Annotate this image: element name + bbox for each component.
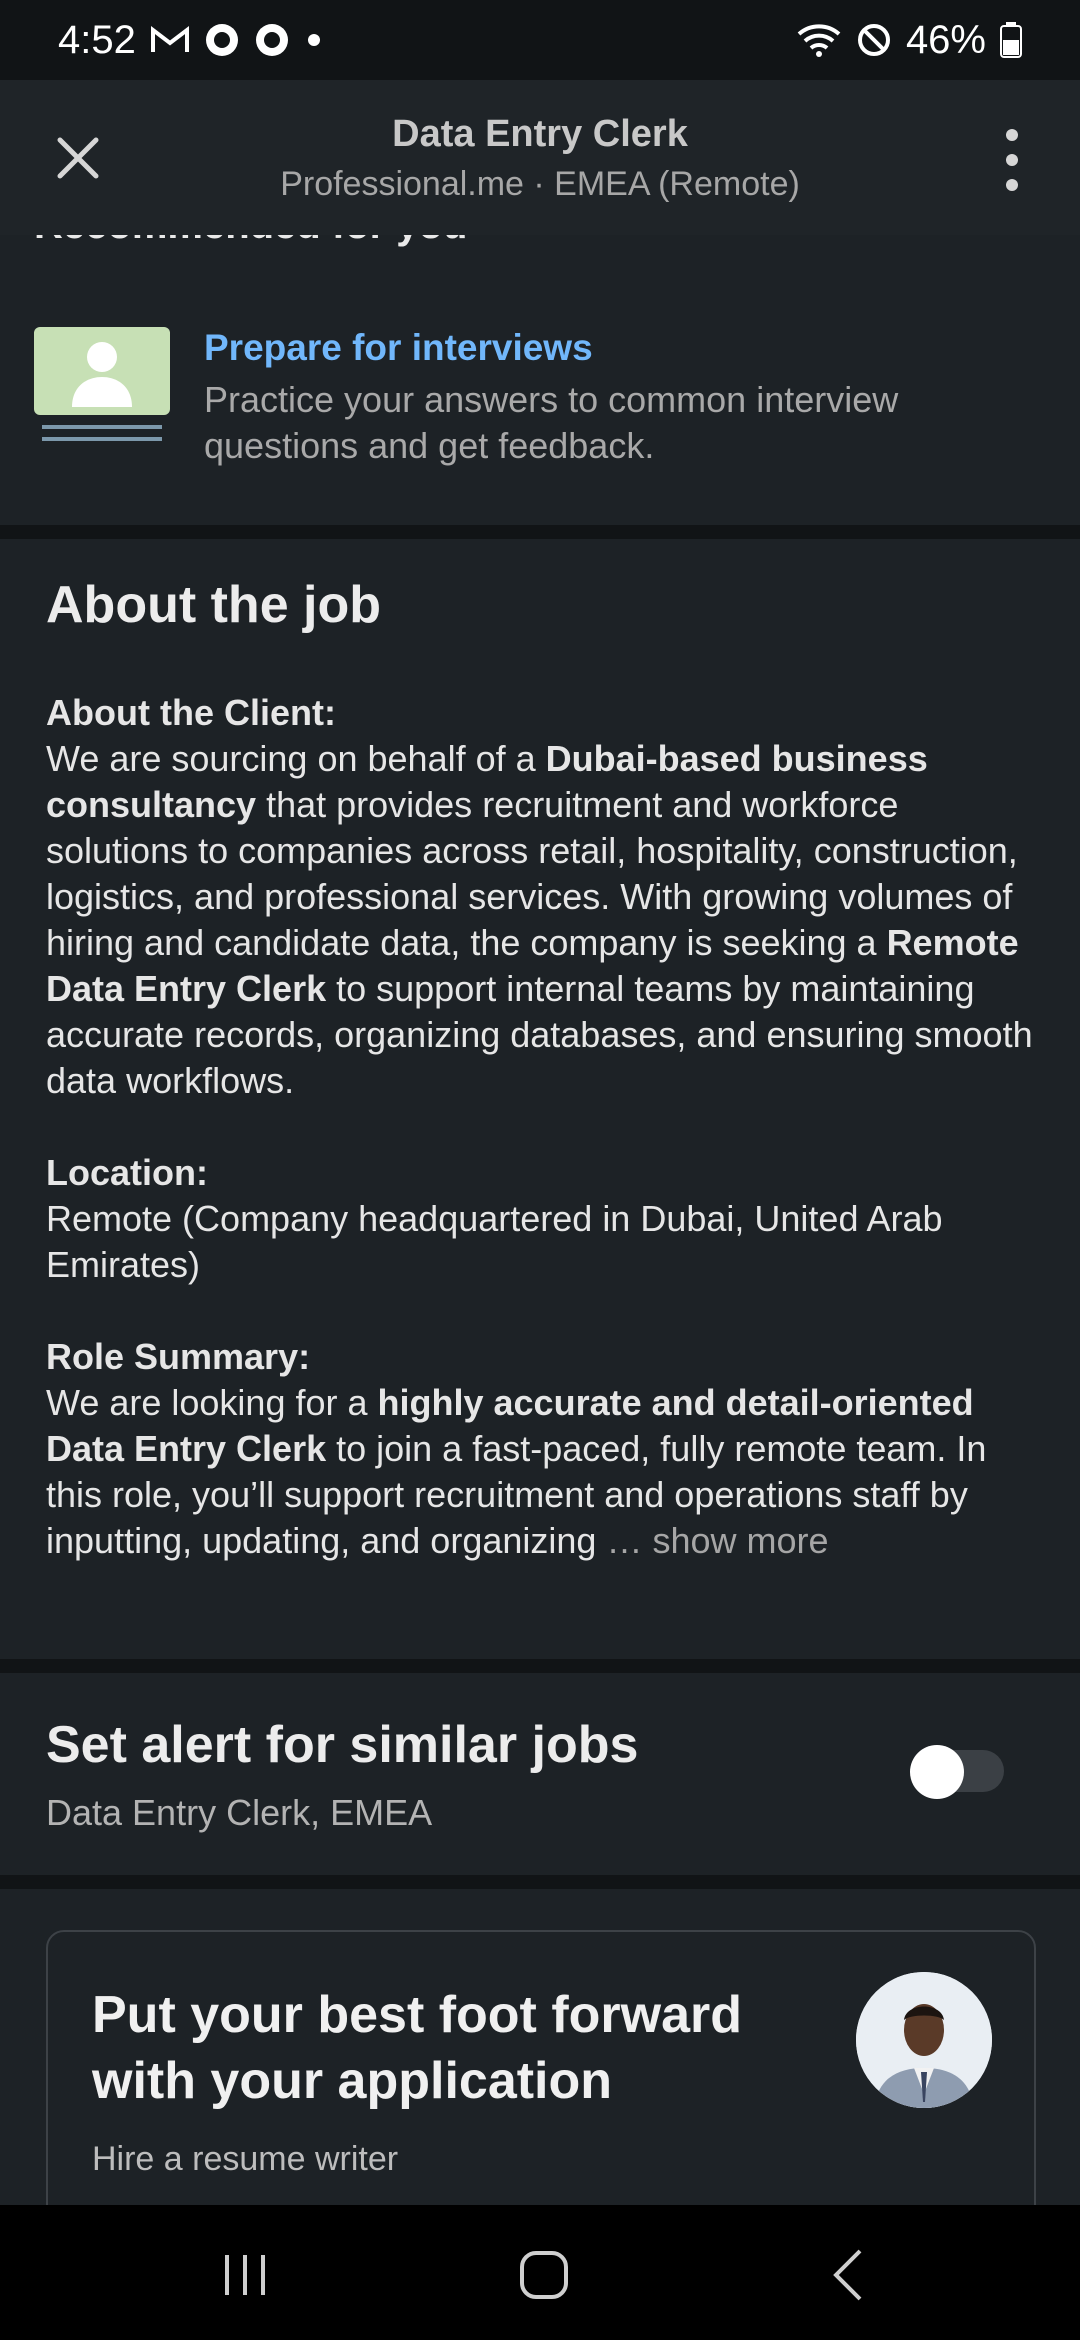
job-alert-toggle[interactable] (910, 1745, 1004, 1799)
about-client-section: About the Client: We are sourcing on beh… (46, 690, 1036, 1104)
recent-apps-button[interactable] (215, 2245, 275, 2305)
chat-icon (204, 22, 240, 58)
page-subtitle: Professional.me · EMEA (Remote) (280, 164, 800, 203)
status-bar: 4:52 46% (0, 0, 1080, 80)
dot-icon (304, 30, 324, 50)
interview-illustration-icon (34, 327, 170, 457)
location-text: Remote (Company headquartered in Dubai, … (46, 1198, 943, 1285)
about-job-title: About the job (46, 576, 382, 634)
home-icon (520, 2251, 568, 2299)
do-not-disturb-icon (856, 22, 892, 58)
back-button[interactable] (820, 2245, 880, 2305)
section-divider (0, 525, 1080, 539)
client-label: About the Client: (46, 692, 336, 733)
battery-percent: 46% (905, 17, 986, 62)
job-alert-title: Set alert for similar jobs (46, 1716, 639, 1774)
job-header: Data Entry Clerk Professional.me · EMEA … (0, 80, 1080, 235)
page-title: Data Entry Clerk (392, 112, 688, 155)
close-button[interactable] (50, 130, 106, 186)
job-details-content[interactable]: Recommended for you Prepare for intervie… (0, 235, 1080, 2205)
clock: 4:52 (58, 17, 136, 62)
role-text: We are looking for a (46, 1382, 378, 1423)
job-alert-subtitle: Data Entry Clerk, EMEA (46, 1792, 433, 1833)
recommended-title: Recommended for you (34, 235, 467, 248)
location-label: Location: (46, 1152, 208, 1193)
client-text: We are sourcing on behalf of a (46, 738, 546, 779)
job-description: About the Client: We are sourcing on beh… (46, 690, 1036, 1610)
location-section: Location: Remote (Company headquartered … (46, 1150, 1036, 1288)
header-titles: Data Entry Clerk Professional.me · EMEA … (0, 109, 1080, 207)
interview-prep-card[interactable]: Prepare for interviews Practice your ans… (34, 327, 1054, 477)
battery-icon (1000, 22, 1022, 58)
prepare-interviews-link[interactable]: Prepare for interviews (204, 327, 593, 369)
toggle-knob (910, 1745, 964, 1799)
status-left: 4:52 (58, 18, 324, 63)
more-options-button[interactable] (984, 125, 1040, 195)
role-summary-section: Role Summary: We are looking for a highl… (46, 1334, 1036, 1564)
prepare-interviews-description: Practice your answers to common intervie… (204, 379, 899, 466)
section-divider (0, 1659, 1080, 1673)
status-right: 46% (796, 18, 1022, 63)
show-more-link[interactable]: … show more (606, 1520, 828, 1561)
home-button[interactable] (514, 2245, 574, 2305)
wifi-icon (796, 22, 842, 58)
section-divider (0, 1875, 1080, 1889)
recent-apps-icon (225, 2255, 265, 2295)
gmail-icon (150, 25, 190, 55)
system-navigation-bar (0, 2205, 1080, 2340)
chat-icon (254, 22, 290, 58)
promo-subtitle[interactable]: Hire a resume writer (92, 2140, 398, 2179)
resume-promo-card[interactable]: Put your best foot forward with your app… (46, 1930, 1036, 2205)
role-label: Role Summary: (46, 1336, 311, 1377)
resume-writer-avatar (856, 1972, 992, 2108)
more-vertical-icon (1006, 129, 1018, 191)
back-icon (833, 2249, 862, 2301)
promo-title: Put your best foot forward with your app… (92, 1986, 742, 2110)
close-icon (57, 137, 99, 179)
